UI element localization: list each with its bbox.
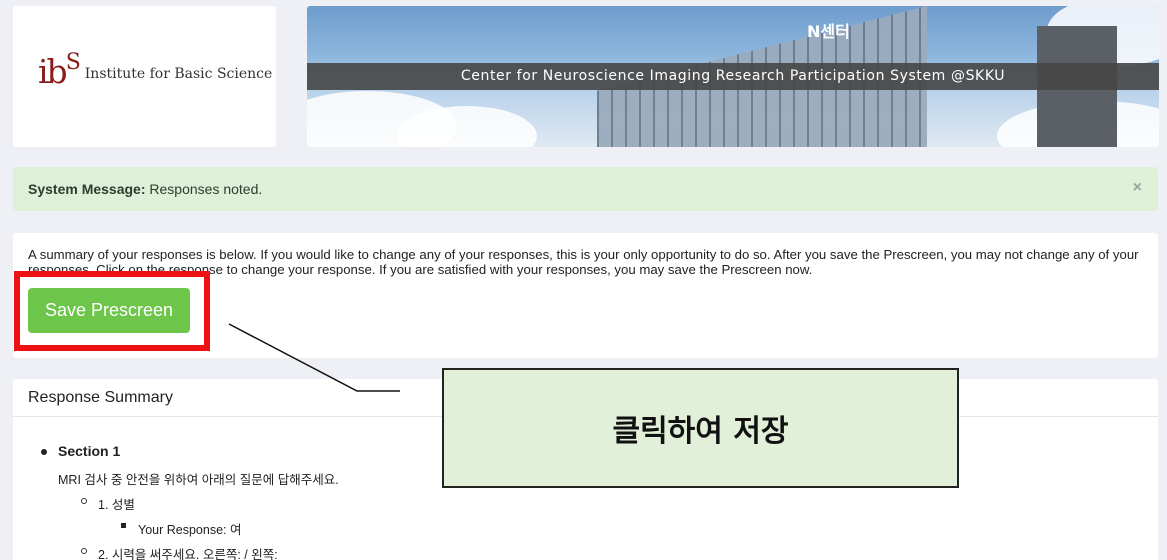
ibs-logo: ibS Institute for Basic Science <box>38 50 273 91</box>
square-bullet-icon <box>121 523 126 528</box>
click-to-save-callout: 클릭하여 저장 <box>442 368 959 488</box>
section-title: Section 1 <box>58 443 121 459</box>
ibs-logo-panel: ibS Institute for Basic Science <box>13 6 276 147</box>
section-description: MRI 검사 중 안전을 위하여 아래의 질문에 답해주세요. <box>58 473 339 487</box>
bullet-icon <box>41 449 47 455</box>
question-2: 2. 시력을 써주세요. 오른쪽: / 왼쪽: <box>98 548 278 560</box>
header-banner: N센터 Center for Neuroscience Imaging Rese… <box>307 6 1159 147</box>
system-message-alert: System Message: Responses noted. × <box>13 167 1158 211</box>
response-1-link[interactable]: Your Response: 여 <box>138 519 241 538</box>
alert-message: Responses noted. <box>149 181 263 197</box>
close-icon[interactable]: × <box>1133 179 1142 197</box>
circle-bullet-icon <box>81 548 87 554</box>
building-sign: N센터 <box>807 22 850 41</box>
question-1: 1. 성별 <box>98 498 135 512</box>
intro-text: A summary of your responses is below. If… <box>28 247 1139 277</box>
circle-bullet-icon <box>81 498 87 504</box>
logo-text: Institute for Basic Science <box>84 66 273 82</box>
banner-title: Center for Neuroscience Imaging Research… <box>307 63 1159 90</box>
logo-mark: ibS <box>38 50 81 91</box>
save-prescreen-button[interactable]: Save Prescreen <box>28 288 190 333</box>
alert-label: System Message: <box>28 181 146 197</box>
